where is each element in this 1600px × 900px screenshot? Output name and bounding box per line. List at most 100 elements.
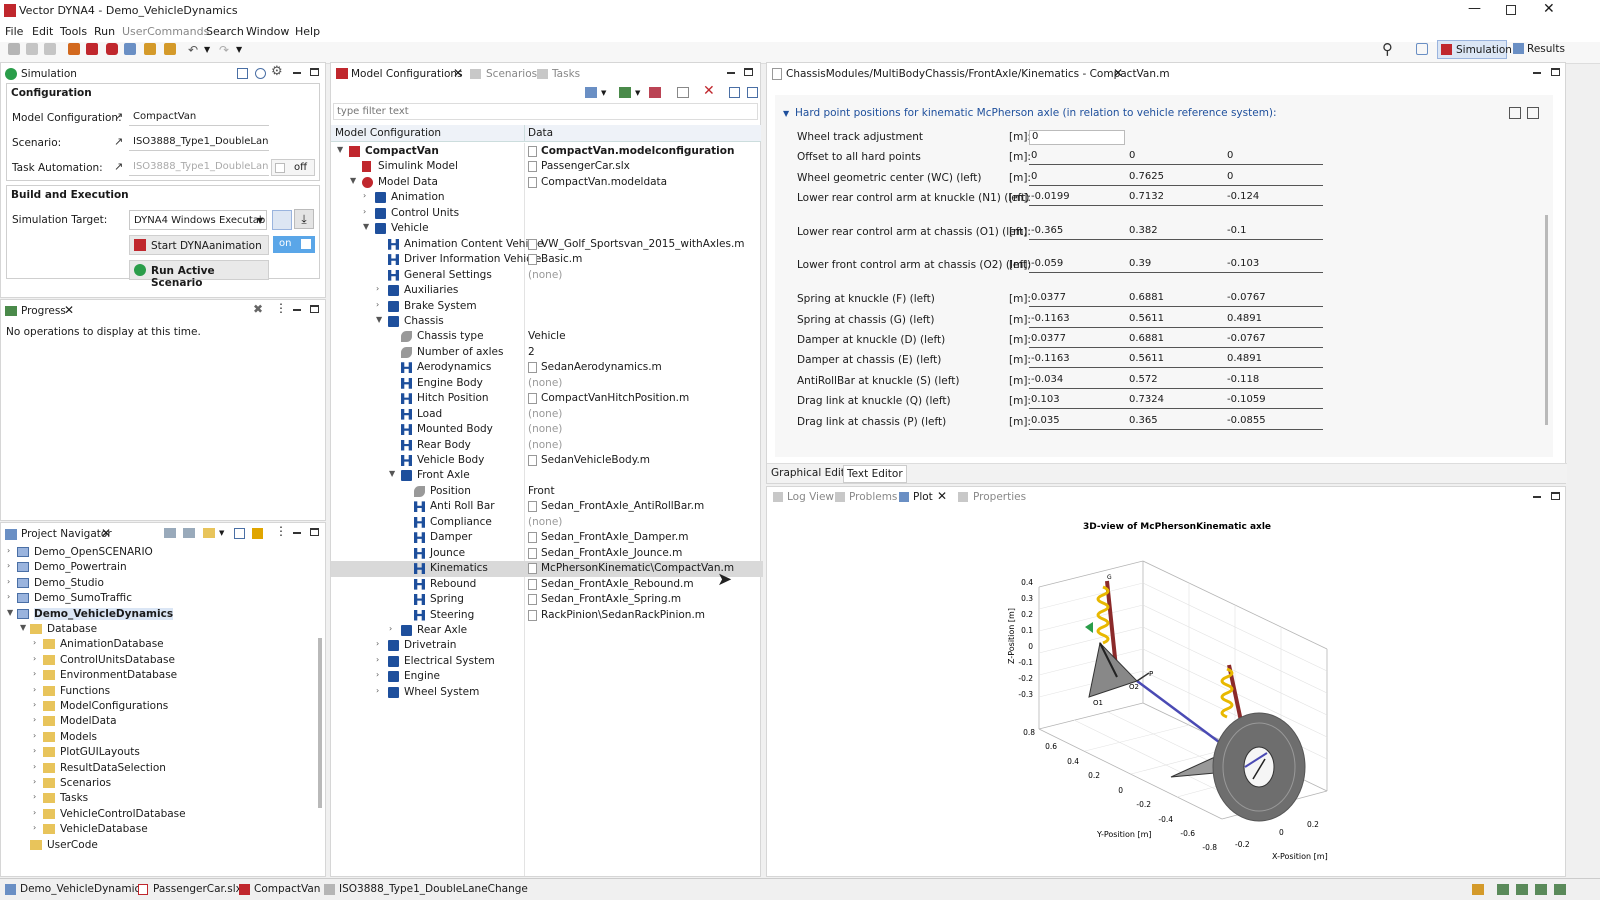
navigator-item[interactable]: ▼ Database — [1, 622, 319, 637]
maximize-panel-button[interactable] — [744, 68, 753, 76]
close-window-button[interactable]: ✕ — [1543, 1, 1555, 17]
tree-row[interactable]: Load (none) — [331, 407, 763, 423]
column-model-configuration[interactable]: Model Configuration — [335, 127, 441, 139]
plot-icon[interactable] — [124, 43, 136, 55]
link-editor-icon[interactable] — [252, 528, 263, 539]
animation-toggle[interactable]: on — [273, 236, 315, 253]
parameter-value-field[interactable]: -0.0199 — [1029, 191, 1127, 206]
maximize-panel-button[interactable] — [310, 528, 319, 536]
scenario-link-icon[interactable]: ↗ — [114, 135, 123, 148]
task-automation-toggle[interactable]: off — [271, 159, 315, 176]
tree-row[interactable]: General Settings (none) — [331, 268, 763, 284]
minimize-panel-button[interactable] — [1533, 496, 1541, 498]
tab-simulation[interactable]: Simulation — [21, 68, 77, 80]
navigator-item[interactable]: › EnvironmentDatabase — [1, 668, 319, 683]
tree-row[interactable]: Vehicle Body SedanVehicleBody.m — [331, 453, 763, 469]
chevron-right-icon[interactable]: › — [7, 577, 10, 586]
parameter-value-field[interactable]: -0.0767 — [1225, 292, 1323, 307]
navigator-item[interactable]: › ControlUnitsDatabase — [1, 653, 319, 668]
parameter-value-field[interactable]: 0.365 — [1127, 415, 1225, 430]
close-tab-icon[interactable]: ✕ — [64, 303, 74, 317]
tab-tasks[interactable]: Tasks — [552, 68, 580, 80]
parameter-value-field[interactable]: -0.365 — [1029, 225, 1127, 240]
tab-problems[interactable]: Problems — [849, 491, 897, 503]
forward-dropdown-icon[interactable]: ▼ — [236, 45, 242, 54]
forward-icon[interactable]: ↷ — [219, 43, 229, 57]
import-icon[interactable] — [619, 87, 631, 98]
multi-tool-icon[interactable] — [164, 43, 176, 55]
gear-icon[interactable]: ⚙ — [271, 64, 283, 79]
navigator-item[interactable]: › AnimationDatabase — [1, 637, 319, 652]
chevron-right-icon[interactable]: › — [363, 207, 366, 216]
chevron-right-icon[interactable]: › — [33, 685, 36, 694]
parameter-value-field[interactable]: 0.5611 — [1127, 353, 1225, 368]
tree-row[interactable]: › Control Units — [331, 206, 763, 222]
close-tab-icon[interactable]: ✕ — [937, 489, 947, 503]
new-config-icon[interactable] — [585, 87, 597, 98]
parameter-value-field[interactable]: -0.118 — [1225, 374, 1323, 389]
chevron-right-icon[interactable]: › — [33, 638, 36, 647]
navigator-item[interactable]: › VehicleDatabase — [1, 822, 319, 837]
open-perspective-icon[interactable] — [1416, 43, 1428, 55]
tree-row[interactable]: Engine Body (none) — [331, 376, 763, 392]
chevron-right-icon[interactable]: › — [33, 669, 36, 678]
minimize-panel-button[interactable] — [1533, 72, 1541, 74]
save-icon[interactable] — [8, 43, 20, 55]
expand-all-icon[interactable] — [729, 87, 740, 98]
navigator-item[interactable]: › Demo_OpenSCENARIO — [1, 545, 319, 560]
maximize-panel-button[interactable] — [310, 305, 319, 313]
new-config-dropdown-icon[interactable]: ▼ — [601, 89, 606, 97]
parameter-value-field[interactable]: 0.6881 — [1127, 292, 1225, 307]
editor-scrollbar[interactable] — [1545, 215, 1548, 425]
status-model[interactable]: PassengerCar.slx — [153, 883, 242, 895]
chevron-right-icon[interactable]: › — [376, 655, 379, 664]
parameter-value-field[interactable]: 0.7625 — [1127, 171, 1225, 186]
chevron-right-icon[interactable]: › — [376, 300, 379, 309]
chevron-right-icon[interactable]: › — [33, 700, 36, 709]
parameter-value-field[interactable]: 0.0377 — [1029, 333, 1127, 348]
back-icon[interactable]: ↶ — [188, 43, 198, 57]
chevron-right-icon[interactable]: › — [33, 731, 36, 740]
menu-run[interactable]: Run — [94, 25, 115, 38]
menu-tools[interactable]: Tools — [60, 25, 87, 38]
navigator-item[interactable]: › ModelData — [1, 714, 319, 729]
model-configuration-field[interactable]: CompactVan — [129, 109, 269, 126]
parameter-value-field[interactable]: 0.7324 — [1127, 394, 1225, 409]
tree-row[interactable]: › Drivetrain — [331, 638, 763, 654]
new-project-icon[interactable] — [203, 528, 215, 538]
maximize-panel-button[interactable] — [1551, 68, 1560, 76]
collapse-all-icon[interactable] — [747, 87, 758, 98]
menu-window[interactable]: Window — [246, 25, 289, 38]
settings-tool-icon[interactable] — [144, 43, 156, 55]
refresh-icon[interactable] — [255, 68, 266, 79]
chevron-right-icon[interactable]: › — [33, 808, 36, 817]
tree-row[interactable]: ▼ CompactVan CompactVan.modelconfiguration — [331, 144, 763, 160]
build-run-icon[interactable] — [86, 43, 98, 55]
minimize-panel-button[interactable] — [293, 309, 301, 311]
tab-model-configurations[interactable]: Model Configurations — [351, 68, 463, 80]
collapse-all-icon[interactable] — [234, 528, 245, 539]
tree-row[interactable]: Aerodynamics SedanAerodynamics.m — [331, 360, 763, 376]
tree-row[interactable]: › Auxiliaries — [331, 283, 763, 299]
tree-row-selected[interactable]: Kinematics McPhersonKinematic\CompactVan.… — [331, 561, 763, 577]
task-automation-link-icon[interactable]: ↗ — [114, 160, 123, 173]
navigator-item[interactable]: › PlotGUILayouts — [1, 745, 319, 760]
tab-log-view[interactable]: Log View — [787, 491, 834, 503]
tab-text-editor[interactable]: Text Editor — [843, 465, 907, 483]
chevron-right-icon[interactable]: › — [33, 792, 36, 801]
parameter-value-field[interactable]: -0.0855 — [1225, 415, 1323, 430]
tree-row[interactable]: Animation Content Vehicle VW_Golf_Sportsv… — [331, 237, 763, 253]
navigator-item[interactable]: › ResultDataSelection — [1, 761, 319, 776]
tree-row[interactable]: Rebound Sedan_FrontAxle_Rebound.m — [331, 577, 763, 593]
search-icon[interactable]: ⚲ — [1382, 40, 1393, 58]
new-project-dropdown-icon[interactable]: ▼ — [219, 529, 224, 537]
chevron-right-icon[interactable]: › — [33, 823, 36, 832]
tree-row[interactable]: ▼ Chassis — [331, 314, 763, 330]
navigator-item[interactable]: ▼ Demo_VehicleDynamics — [1, 607, 319, 622]
chevron-right-icon[interactable]: › — [33, 777, 36, 786]
tree-row[interactable]: › Brake System — [331, 299, 763, 315]
chevron-right-icon[interactable]: › — [33, 762, 36, 771]
menu-edit[interactable]: Edit — [32, 25, 53, 38]
chevron-down-icon[interactable]: ▼ — [337, 145, 343, 154]
navigator-item[interactable]: › ModelConfigurations — [1, 699, 319, 714]
